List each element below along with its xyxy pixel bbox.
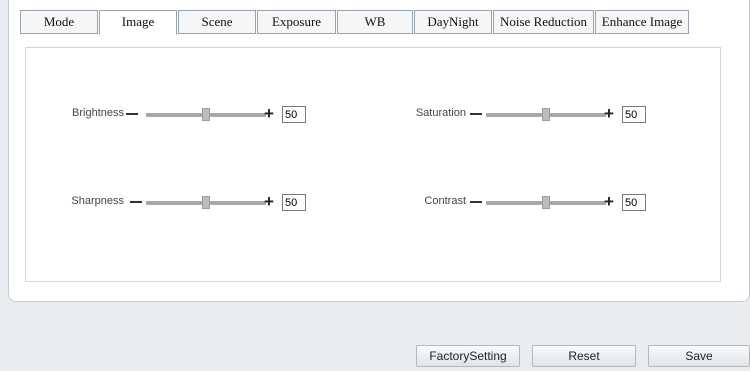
sharpness-value-input[interactable] [282,194,306,211]
contrast-minus-icon[interactable] [470,201,482,203]
saturation-minus-icon[interactable] [470,113,482,115]
saturation-slider[interactable] [486,108,606,121]
saturation-slider-thumb[interactable] [542,108,550,121]
saturation-control: Saturation + [400,104,660,125]
sharpness-plus-icon[interactable]: + [264,192,274,212]
tab-enhance-image[interactable]: Enhance Image [595,10,689,34]
brightness-slider-thumb[interactable] [202,108,210,121]
tab-noise-reduction[interactable]: Noise Reduction [493,10,594,34]
sharpness-slider[interactable] [146,196,266,209]
factory-setting-button[interactable]: FactorySetting [416,345,520,367]
brightness-control: Brightness + [60,104,320,125]
settings-content-box [25,47,721,282]
saturation-plus-icon[interactable]: + [604,104,614,124]
tab-mode[interactable]: Mode [20,10,98,34]
tab-scene[interactable]: Scene [178,10,256,34]
sharpness-slider-thumb[interactable] [202,196,210,209]
contrast-label: Contrast [424,195,466,207]
saturation-label: Saturation [415,107,466,119]
save-button[interactable]: Save [648,345,750,367]
contrast-value-input[interactable] [622,194,646,211]
tab-image[interactable]: Image [99,10,177,35]
tab-bar: Mode Image Scene Exposure WB DayNight No… [20,10,690,35]
tab-exposure[interactable]: Exposure [257,10,336,34]
contrast-slider[interactable] [486,196,606,209]
brightness-slider[interactable] [146,108,266,121]
saturation-value-input[interactable] [622,106,646,123]
sharpness-control: Sharpness + [60,192,320,213]
sharpness-label: Sharpness [71,195,124,207]
sharpness-minus-icon[interactable] [130,201,142,203]
contrast-plus-icon[interactable]: + [604,192,614,212]
brightness-minus-icon[interactable] [126,113,138,115]
contrast-slider-thumb[interactable] [542,196,550,209]
brightness-label: Brightness [72,107,124,119]
contrast-control: Contrast + [400,192,660,213]
brightness-value-input[interactable] [282,106,306,123]
tab-wb[interactable]: WB [337,10,413,34]
brightness-plus-icon[interactable]: + [264,104,274,124]
tab-daynight[interactable]: DayNight [414,10,492,34]
reset-button[interactable]: Reset [532,345,636,367]
